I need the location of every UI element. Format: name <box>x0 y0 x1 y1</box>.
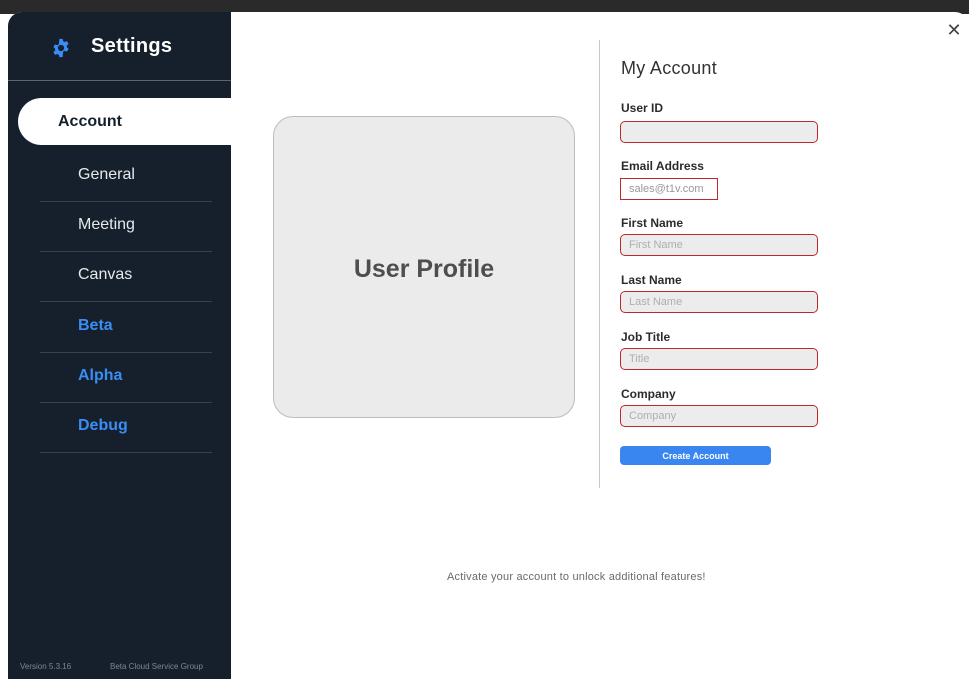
close-icon[interactable]: ✕ <box>944 20 964 40</box>
nav-item-label: Debug <box>78 417 128 434</box>
panel-divider <box>599 40 600 488</box>
nav-item-meeting[interactable]: Meeting <box>40 202 212 252</box>
company-label: Company <box>621 387 676 401</box>
nav-item-canvas[interactable]: Canvas <box>40 252 212 302</box>
form-title: My Account <box>621 58 718 78</box>
email-input[interactable] <box>620 178 718 200</box>
user-profile-label: User Profile <box>353 255 495 283</box>
nav-item-account[interactable]: Account <box>18 98 231 145</box>
nav-item-label: Account <box>58 113 122 130</box>
activation-message: Activate your account to unlock addition… <box>447 571 706 583</box>
gear-icon <box>53 38 69 58</box>
nav-item-label: General <box>78 166 135 183</box>
nav-item-label: Alpha <box>78 367 123 384</box>
last-name-label: Last Name <box>621 273 682 287</box>
sidebar: Settings Account General Meeting Canvas … <box>8 12 231 679</box>
nav-item-label: Canvas <box>78 266 133 283</box>
first-name-label: First Name <box>621 216 684 230</box>
job-title-label: Job Title <box>621 330 671 344</box>
org-label: Beta Cloud Service Group <box>110 662 203 671</box>
settings-dialog: Settings Account General Meeting Canvas … <box>8 12 969 679</box>
sidebar-title: Settings <box>91 35 173 57</box>
sidebar-header: Settings <box>8 12 231 81</box>
last-name-input[interactable] <box>620 291 818 313</box>
nav-item-debug[interactable]: Debug <box>40 403 212 453</box>
nav-item-label: Meeting <box>78 216 135 233</box>
company-input[interactable] <box>620 405 818 427</box>
nav-item-general[interactable]: General <box>40 152 212 202</box>
job-title-input[interactable] <box>620 348 818 370</box>
user-profile-panel[interactable]: User Profile <box>273 116 575 418</box>
user-id-label: User ID <box>621 101 664 115</box>
first-name-input[interactable] <box>620 234 818 256</box>
user-id-input[interactable] <box>620 121 818 143</box>
version-label: Version 5.3.16 <box>20 662 72 671</box>
nav-item-alpha[interactable]: Alpha <box>40 353 212 403</box>
nav-item-beta[interactable]: Beta <box>40 303 212 353</box>
email-label: Email Address <box>621 159 704 173</box>
create-account-button[interactable]: Create Account <box>620 446 771 465</box>
nav-item-label: Beta <box>78 317 113 334</box>
